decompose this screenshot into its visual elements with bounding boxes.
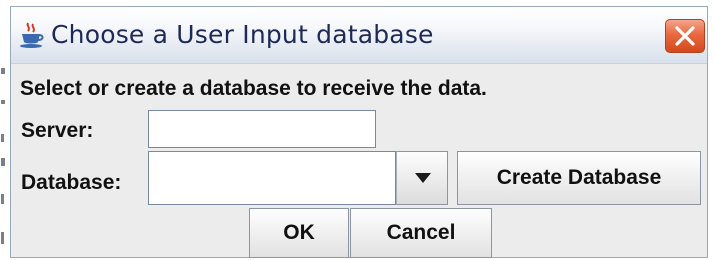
dialog-title: Choose a User Input database — [51, 20, 434, 49]
triangle-down-icon — [415, 173, 431, 183]
database-label: Database: — [21, 171, 122, 194]
close-button[interactable] — [665, 19, 705, 53]
java-coffee-cup-icon — [17, 21, 45, 49]
ok-button[interactable]: OK — [249, 208, 349, 258]
database-input[interactable] — [148, 151, 396, 205]
server-label: Server: — [21, 119, 94, 142]
database-combobox[interactable] — [148, 151, 448, 205]
create-database-button[interactable]: Create Database — [457, 151, 701, 205]
background-window-edge — [0, 0, 10, 260]
database-dropdown-button[interactable] — [396, 151, 448, 205]
close-x-icon — [675, 26, 695, 46]
title-bar[interactable]: Choose a User Input database — [11, 7, 707, 64]
instruction-text: Select or create a database to receive t… — [20, 77, 487, 100]
cancel-button[interactable]: Cancel — [350, 208, 492, 258]
screen: Choose a User Input database Select or c… — [0, 0, 714, 260]
server-input[interactable] — [148, 110, 376, 148]
choose-database-dialog: Choose a User Input database Select or c… — [10, 6, 708, 258]
